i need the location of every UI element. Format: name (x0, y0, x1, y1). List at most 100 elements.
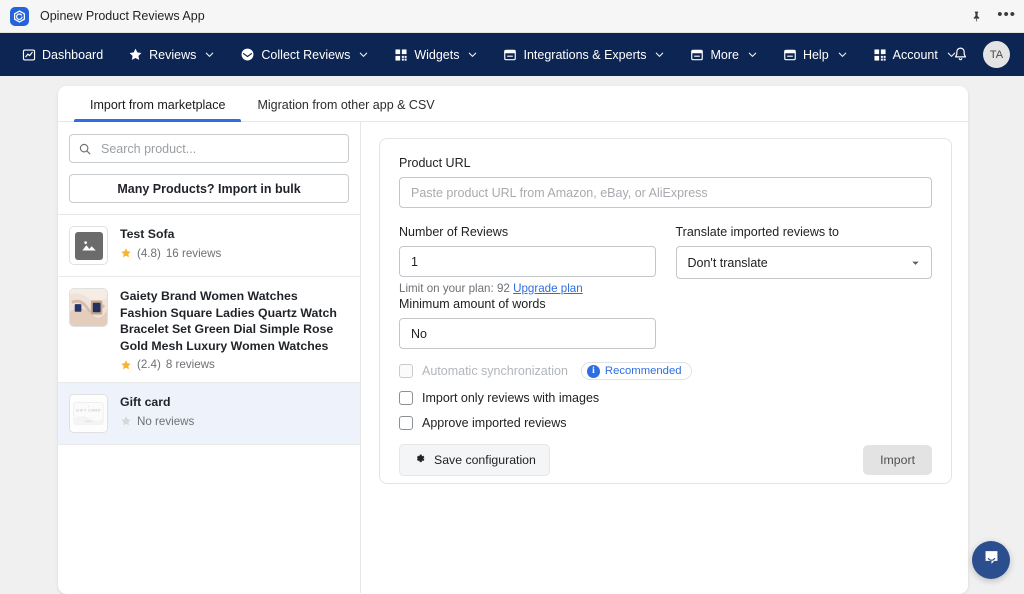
chevron-down-icon (747, 49, 758, 60)
search-icon (78, 142, 92, 156)
product-title: Test Sofa (120, 227, 175, 241)
product-url-label: Product URL (399, 156, 471, 170)
list-item[interactable]: GIFT CARD opinew Gift card No reviews (58, 383, 360, 445)
list-item[interactable]: Test Sofa (4.8) 16 reviews (58, 215, 360, 277)
checkbox-row-approve-imported-reviews[interactable]: Approve imported reviews (399, 416, 932, 430)
svg-text:opinew: opinew (85, 420, 93, 423)
minimum-words-label: Minimum amount of words (399, 297, 546, 311)
star-icon (128, 47, 143, 62)
envelope-icon (240, 47, 255, 62)
primary-navigation: Dashboard Reviews Collect Reviews Widget… (0, 33, 1024, 76)
options-checkbox-group: Automatic synchronization i Recommended … (399, 362, 932, 430)
checkbox-label-automatic-synchronization: Automatic synchronization (422, 364, 568, 378)
product-info: Test Sofa (4.8) 16 reviews (120, 226, 348, 260)
rating-value: (4.8) (137, 246, 161, 260)
minimum-words-input[interactable] (399, 318, 656, 349)
grid-squares-icon (873, 48, 887, 62)
form-actions: Save configuration Import (399, 444, 932, 476)
nav-item-reviews[interactable]: Reviews (120, 41, 223, 68)
info-icon: i (586, 364, 600, 378)
nav-item-collect-reviews[interactable]: Collect Reviews (232, 41, 377, 68)
pin-icon[interactable] (970, 10, 983, 23)
review-count: No reviews (137, 414, 195, 428)
save-configuration-button[interactable]: Save configuration (399, 444, 550, 476)
bulk-import-button[interactable]: Many Products? Import in bulk (69, 174, 349, 203)
translate-select[interactable]: Don't translate (675, 246, 932, 279)
star-icon (120, 359, 132, 371)
plan-limit-helper: Limit on your plan: 92 Upgrade plan (399, 282, 656, 295)
nav-item-integrations-experts[interactable]: Integrations & Experts (495, 42, 673, 68)
number-of-reviews-input[interactable] (399, 246, 656, 277)
inbox-icon (690, 48, 704, 62)
product-url-input[interactable] (399, 177, 932, 208)
svg-text:GIFT CARD: GIFT CARD (76, 408, 101, 413)
chevron-down-icon (654, 49, 665, 60)
product-thumbnail: GIFT CARD opinew (69, 394, 108, 433)
chevron-down-icon (204, 49, 215, 60)
placeholder-image-icon (69, 226, 108, 265)
checkbox-automatic-synchronization[interactable] (399, 364, 413, 378)
avatar[interactable]: TA (983, 41, 1010, 68)
badge-label: Recommended (604, 365, 682, 377)
nav-label-dashboard: Dashboard (42, 47, 104, 62)
search-input[interactable] (69, 134, 349, 163)
nav-item-dashboard[interactable]: Dashboard (14, 42, 111, 68)
nav-label-widgets: Widgets (414, 47, 460, 62)
chevron-down-icon (358, 49, 369, 60)
sidebar-controls: Many Products? Import in bulk (58, 122, 360, 214)
product-thumbnail (69, 288, 108, 327)
nav-item-account[interactable]: Account (865, 42, 965, 68)
tab-import-from-marketplace[interactable]: Import from marketplace (74, 98, 242, 122)
chat-launcher-button[interactable] (972, 541, 1010, 579)
opinew-logo-icon (10, 6, 29, 26)
nav-label-integrations-experts: Integrations & Experts (523, 47, 647, 62)
nav-right-group: TA (952, 41, 1010, 68)
tab-bar: Import from marketplace Migration from o… (58, 86, 968, 122)
page-body: Import from marketplace Migration from o… (0, 76, 1024, 594)
product-info: Gaiety Brand Women Watches Fashion Squar… (120, 288, 348, 371)
checkbox-row-import-only-reviews-with-images[interactable]: Import only reviews with images (399, 391, 932, 405)
row-reviews-translate: Number of Reviews Limit on your plan: 92… (399, 225, 932, 349)
rating-value: (2.4) (137, 358, 161, 371)
search-product-wrapper (69, 134, 349, 163)
chevron-down-icon (837, 49, 848, 60)
chart-line-icon (22, 48, 36, 62)
status-badge: i Recommended (580, 362, 692, 380)
notification-bell-icon[interactable] (952, 46, 969, 63)
nav-item-help[interactable]: Help (775, 42, 856, 68)
ellipsis-icon[interactable]: ••• (997, 7, 1016, 26)
product-info: Gift card No reviews (120, 394, 348, 428)
chat-message-icon (982, 548, 1001, 572)
product-rating: No reviews (120, 415, 348, 428)
plan-limit-text: Limit on your plan: 92 (399, 282, 510, 295)
tab-migration-other-app-csv[interactable]: Migration from other app & CSV (241, 98, 450, 121)
product-list: Test Sofa (4.8) 16 reviews Gaiety Brand … (58, 214, 360, 445)
nav-item-more[interactable]: More (682, 42, 765, 68)
content-split: Many Products? Import in bulk (58, 122, 968, 593)
checkbox-row-automatic-synchronization[interactable]: Automatic synchronization i Recommended (399, 362, 932, 380)
window-controls: ••• (970, 0, 1016, 33)
import-form-pane: Product URL Number of Reviews Limit on y… (361, 122, 968, 593)
checkbox-label-approve-imported-reviews: Approve imported reviews (422, 416, 567, 430)
list-item[interactable]: Gaiety Brand Women Watches Fashion Squar… (58, 277, 360, 383)
number-of-reviews-group: Number of Reviews Limit on your plan: 92… (399, 225, 656, 349)
inbox-icon (783, 48, 797, 62)
checkbox-approve-imported-reviews[interactable] (399, 416, 413, 430)
main-card: Import from marketplace Migration from o… (58, 86, 968, 594)
upgrade-plan-link[interactable]: Upgrade plan (513, 282, 583, 295)
translate-label: Translate imported reviews to (675, 225, 840, 239)
gear-icon (413, 452, 426, 468)
window-title: Opinew Product Reviews App (40, 9, 205, 23)
product-rating: (2.4) 8 reviews (120, 358, 348, 371)
star-icon (120, 247, 132, 259)
review-count: 8 reviews (165, 358, 215, 371)
nav-label-collect-reviews: Collect Reviews (261, 47, 351, 62)
nav-item-widgets[interactable]: Widgets (386, 42, 486, 68)
nav-label-more: More (710, 47, 739, 62)
number-of-reviews-label: Number of Reviews (399, 225, 509, 239)
translate-select-wrapper: Don't translate (675, 246, 932, 279)
grid-squares-icon (394, 48, 408, 62)
checkbox-import-only-reviews-with-images[interactable] (399, 391, 413, 405)
save-configuration-label: Save configuration (434, 453, 536, 467)
import-button[interactable]: Import (863, 445, 932, 475)
